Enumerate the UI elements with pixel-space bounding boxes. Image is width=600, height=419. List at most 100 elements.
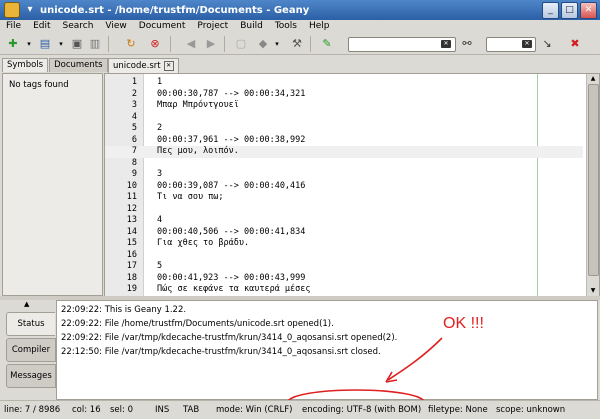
editor-line[interactable]: 3 Μπαρ Μπρόντγουεϊ (105, 100, 583, 112)
tab-documents[interactable]: Documents (49, 58, 108, 72)
line-number: 16 (126, 249, 137, 260)
text-editor[interactable]: 1 1 2 00:00:30,787 --> 00:00:34,321 3 Μπαρ Μπ… (104, 73, 600, 297)
goto-line-jump-icon[interactable]: ↘ (540, 37, 554, 51)
menu-edit[interactable]: Edit (27, 20, 56, 34)
editor-line[interactable]: 8 (105, 158, 583, 170)
editor-line[interactable]: 93 (105, 169, 583, 181)
build-icon[interactable]: ◆ (256, 37, 270, 51)
toolbar-separator (108, 36, 109, 52)
clear-search-icon[interactable]: ✕ (441, 40, 451, 48)
build-dropdown-chevron-icon[interactable]: ▾ (270, 37, 284, 51)
editor-line[interactable]: 7 Πες μου, λοιπόν. (105, 146, 583, 158)
menu-bar: File Edit Search View Document Project B… (0, 20, 600, 34)
scroll-tabs-up-icon[interactable]: ▲ (24, 300, 29, 308)
editor-line[interactable]: 13 4 (105, 215, 583, 227)
tab-messages[interactable]: Messages (6, 364, 56, 388)
open-dropdown-chevron-icon[interactable]: ▾ (54, 37, 68, 51)
color-chooser-icon[interactable]: ✎ (320, 37, 334, 51)
line-number: 9 (131, 169, 137, 179)
symbols-list: No tags found (2, 73, 103, 296)
line-number: 3 (131, 100, 137, 110)
menu-document[interactable]: Document (133, 20, 192, 34)
editor-line[interactable]: 16 (105, 250, 583, 262)
save-all-icon[interactable]: ▥ (88, 37, 102, 51)
menu-search[interactable]: Search (57, 20, 100, 34)
tab-status[interactable]: Status (6, 312, 55, 336)
status-ins: INS (155, 405, 170, 415)
toolbar: ✚ ▾ ▤ ▾ ▣ ▥ ↻ ⊗ ◀ ▶ ▢ ◆ ▾ ⚒ ✎ ✕ ⚯ ✕ ↘ ✖ (0, 34, 600, 55)
toolbar-separator (310, 36, 311, 52)
vertical-scrollbar[interactable]: ▲ ▼ (586, 74, 599, 296)
line-text: 1 (157, 77, 163, 87)
editor-line[interactable]: 11 Τι να σου πω; (105, 192, 583, 204)
line-number: 13 (126, 215, 137, 225)
editor-line[interactable]: 52 (105, 123, 583, 135)
open-file-icon[interactable]: ▤ (38, 37, 52, 51)
quit-icon[interactable]: ✖ (568, 37, 582, 51)
minimize-button[interactable]: _ (542, 1, 559, 19)
tab-compiler[interactable]: Compiler (6, 338, 56, 362)
status-col: col: 16 (72, 405, 101, 415)
compile-icon[interactable]: ▢ (234, 37, 248, 51)
save-icon[interactable]: ▣ (70, 37, 84, 51)
execute-icon[interactable]: ⚒ (290, 37, 304, 51)
close-file-icon[interactable]: ⊗ (148, 37, 162, 51)
editor-line[interactable]: 14 00:00:40,506 --> 00:00:41,834 (105, 227, 583, 239)
line-text: 3 (157, 169, 163, 179)
editor-line[interactable]: 2 00:00:30,787 --> 00:00:34,321 (105, 89, 583, 101)
menu-tools[interactable]: Tools (269, 20, 303, 34)
line-text: Μπαρ Μπρόντγουεϊ (157, 100, 239, 110)
revert-icon[interactable]: ↻ (124, 37, 138, 51)
editor-line[interactable]: 10 00:00:39,087 --> 00:00:40,416 (105, 181, 583, 193)
scrollbar-thumb[interactable] (588, 84, 599, 276)
navigate-forward-icon[interactable]: ▶ (204, 37, 218, 51)
line-text: 00:00:30,787 --> 00:00:34,321 (157, 88, 306, 99)
search-field[interactable]: ✕ (348, 37, 456, 52)
log-line: 22:09:22: File /home/trustfm/Documents/u… (61, 319, 334, 329)
menu-build[interactable]: Build (234, 20, 269, 34)
geany-app-icon[interactable] (4, 2, 20, 18)
editor-line[interactable]: 19 Πώς σε κεφάνε τα καυτερά μέσες (105, 284, 583, 296)
find-binoculars-icon[interactable]: ⚯ (460, 37, 474, 51)
line-text: Πώς σε κεφάνε τα καυτερά μέσες (157, 284, 311, 294)
editor-line[interactable]: 18 00:00:41,923 --> 00:00:43,999 (105, 273, 583, 285)
scroll-down-icon[interactable]: ▼ (587, 286, 599, 296)
line-text: Για χθες το βράδυ. (157, 238, 250, 248)
sidebar: Symbols Documents No tags found (2, 58, 108, 296)
editor-line[interactable]: 4 (105, 112, 583, 124)
status-sel: sel: 0 (110, 405, 133, 415)
new-dropdown-chevron-icon[interactable]: ▾ (22, 37, 36, 51)
editor-area: unicode.srt ✕ 1 1 2 00:00:30,787 --> 00:00:… (104, 58, 600, 297)
search-input[interactable] (349, 38, 455, 49)
editor-line[interactable]: 17 5 (105, 261, 583, 273)
maximize-button[interactable]: □ (561, 1, 578, 19)
editor-line[interactable]: 11 (105, 77, 583, 89)
line-number: 19 (126, 284, 137, 294)
pin-icon[interactable]: ▾ (24, 4, 36, 16)
new-file-icon[interactable]: ✚ (6, 37, 20, 51)
scroll-up-icon[interactable]: ▲ (587, 74, 599, 84)
status-filetype: filetype: None (428, 405, 488, 415)
editor-line[interactable]: 15 Για χθες το βράδυ. (105, 238, 583, 250)
menu-file[interactable]: File (0, 20, 27, 34)
clear-goto-icon[interactable]: ✕ (522, 40, 532, 48)
status-bar: line: 7 / 8986 col: 16 sel: 0 INS TAB mo… (0, 400, 600, 419)
menu-view[interactable]: View (99, 20, 132, 34)
menu-project[interactable]: Project (191, 20, 234, 34)
line-number: 18 (126, 272, 137, 283)
goto-line-field[interactable]: ✕ (486, 37, 536, 52)
log-line: 22:09:22: File /var/tmp/kdecache-trustfm… (61, 333, 398, 343)
document-tab[interactable]: unicode.srt ✕ (108, 58, 179, 73)
line-number: 17 (126, 261, 137, 271)
editor-line[interactable]: 6 00:00:37,961 --> 00:00:38,992 (105, 135, 583, 147)
line-text: 2 (157, 123, 163, 133)
menu-help[interactable]: Help (303, 20, 336, 34)
tab-symbols[interactable]: Symbols (2, 58, 49, 72)
editor-line[interactable]: 12 (105, 204, 583, 216)
line-text: Τι να σου πω; (157, 192, 224, 202)
log-line: 22:12:50: File /var/tmp/kdecache-trustfm… (61, 347, 381, 357)
close-tab-icon[interactable]: ✕ (163, 61, 174, 71)
line-number: 7 (131, 146, 137, 156)
close-window-button[interactable]: ✕ (580, 1, 597, 19)
navigate-back-icon[interactable]: ◀ (184, 37, 198, 51)
